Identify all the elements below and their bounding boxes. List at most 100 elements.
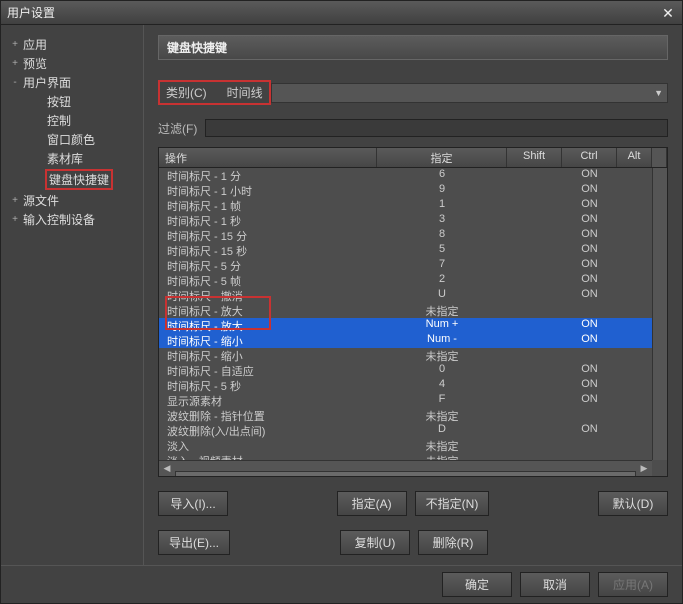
import-button[interactable]: 导入(I)... (158, 491, 228, 516)
cell-shift (507, 243, 562, 258)
cell-assign: 1 (377, 198, 507, 213)
cell-assign: U (377, 288, 507, 303)
cell-alt (617, 288, 652, 303)
horizontal-scrollbar[interactable]: ◀ ▶ (159, 460, 652, 476)
table-row[interactable]: 波纹删除(入/出点间)DON (159, 423, 667, 438)
button-row-1: 导入(I)... 指定(A) 不指定(N) 默认(D) (158, 491, 668, 516)
cell-ctrl: ON (562, 273, 617, 288)
cell-assign: D (377, 423, 507, 438)
table-row[interactable]: 显示源素材F ON (159, 393, 667, 408)
th-assign[interactable]: 指定 (377, 148, 507, 167)
category-dropdown[interactable]: ▼ (271, 83, 668, 103)
ok-button[interactable]: 确定 (442, 572, 512, 597)
cell-shift (507, 423, 562, 438)
titlebar: 用户设置 ✕ (1, 1, 682, 25)
table-row[interactable]: 时间标尺 - 1 帧1 ON (159, 198, 667, 213)
window-title: 用户设置 (7, 4, 660, 21)
cell-alt (617, 303, 652, 318)
table-row[interactable]: 时间标尺 - 撤消UON (159, 288, 667, 303)
cell-ctrl (562, 303, 617, 318)
cell-alt (617, 438, 652, 453)
cell-assign: 4 (377, 378, 507, 393)
table-row[interactable]: 淡入未指定 (159, 438, 667, 453)
cell-ctrl: ON (562, 393, 617, 408)
cell-op: 时间标尺 - 放大 (159, 303, 377, 318)
filter-input[interactable] (205, 119, 668, 137)
export-button[interactable]: 导出(E)... (158, 530, 230, 555)
unassign-button[interactable]: 不指定(N) (415, 491, 490, 516)
cell-shift (507, 198, 562, 213)
table-row[interactable]: 时间标尺 - 1 小时9ON (159, 183, 667, 198)
cell-ctrl: ON (562, 168, 617, 183)
table-row[interactable]: 时间标尺 - 自适应0ON (159, 363, 667, 378)
cell-assign: 8 (377, 228, 507, 243)
cell-op: 时间标尺 - 撤消 (159, 288, 377, 303)
table-row[interactable]: 时间标尺 - 15 秒5ON (159, 243, 667, 258)
cell-op: 波纹删除 - 指针位置 (159, 408, 377, 423)
cell-assign: 2 (377, 273, 507, 288)
table-row[interactable]: 时间标尺 - 1 分6ON (159, 168, 667, 183)
category-highlight: 类别(C) 时间线 (158, 80, 271, 105)
cell-alt (617, 168, 652, 183)
table-row[interactable]: 时间标尺 - 放大未指定 (159, 303, 667, 318)
copy-button[interactable]: 复制(U) (340, 530, 410, 555)
cell-ctrl: ON (562, 363, 617, 378)
cell-assign: 未指定 (377, 303, 507, 318)
table-row[interactable]: 时间标尺 - 1 秒3ON (159, 213, 667, 228)
tree-item-control[interactable]: 控制 (9, 111, 135, 130)
table-row[interactable]: 时间标尺 - 5 帧2ON (159, 273, 667, 288)
cell-ctrl: ON (562, 378, 617, 393)
th-operation[interactable]: 操作 (159, 148, 377, 167)
cell-assign: F (377, 393, 507, 408)
cell-op: 时间标尺 - 1 帧 (159, 198, 377, 213)
table-row[interactable]: 时间标尺 - 5 秒4ON (159, 378, 667, 393)
cell-ctrl: ON (562, 423, 617, 438)
cell-ctrl: ON (562, 198, 617, 213)
delete-button[interactable]: 删除(R) (418, 530, 488, 555)
scroll-thumb[interactable] (175, 471, 636, 478)
th-shift[interactable]: Shift (507, 148, 562, 167)
cell-op: 时间标尺 - 15 分 (159, 228, 377, 243)
button-row-2: 导出(E)... 复制(U) 删除(R) (158, 530, 668, 555)
scroll-right-icon[interactable]: ▶ (636, 463, 652, 474)
table-row[interactable]: 时间标尺 - 放大Num +ON (159, 318, 667, 333)
cell-shift (507, 168, 562, 183)
th-ctrl[interactable]: Ctrl (562, 148, 617, 167)
cell-op: 显示源素材 (159, 393, 377, 408)
assign-button[interactable]: 指定(A) (337, 491, 407, 516)
close-icon[interactable]: ✕ (660, 5, 676, 21)
apply-button[interactable]: 应用(A) (598, 572, 668, 597)
th-alt[interactable]: Alt (617, 148, 652, 167)
cell-shift (507, 258, 562, 273)
table-row[interactable]: 时间标尺 - 5 分7ON (159, 258, 667, 273)
cell-ctrl: ON (562, 318, 617, 333)
cell-ctrl: ON (562, 258, 617, 273)
chevron-down-icon: ▼ (654, 88, 663, 98)
tree-item-source[interactable]: +源文件 (9, 191, 135, 210)
tree-item-input[interactable]: +输入控制设备 (9, 210, 135, 229)
table-row[interactable]: 时间标尺 - 15 分8ON (159, 228, 667, 243)
default-button[interactable]: 默认(D) (598, 491, 668, 516)
tree-item-preview[interactable]: +预览 (9, 54, 135, 73)
vertical-scrollbar[interactable] (652, 168, 667, 460)
settings-window: 用户设置 ✕ +应用 +预览 -用户界面 按钮 控制 窗口颜色 素材库 键盘快捷… (0, 0, 683, 604)
cell-assign: 7 (377, 258, 507, 273)
cell-ctrl (562, 438, 617, 453)
cell-assign: 9 (377, 183, 507, 198)
tree-item-library[interactable]: 素材库 (9, 149, 135, 168)
scroll-left-icon[interactable]: ◀ (159, 463, 175, 474)
tree-item-ui[interactable]: -用户界面 (9, 73, 135, 92)
cell-shift (507, 378, 562, 393)
table-row[interactable]: 时间标尺 - 缩小未指定 (159, 348, 667, 363)
cell-shift (507, 363, 562, 378)
table-body: 时间标尺 - 1 分6ON时间标尺 - 1 小时9ON时间标尺 - 1 帧1 ON… (159, 168, 667, 468)
tree-item-windowcolor[interactable]: 窗口颜色 (9, 130, 135, 149)
cancel-button[interactable]: 取消 (520, 572, 590, 597)
table-row[interactable]: 时间标尺 - 缩小Num -ON (159, 333, 667, 348)
panel-title: 键盘快捷键 (158, 35, 668, 60)
tree-item-shortcuts[interactable]: 键盘快捷键 (9, 168, 135, 191)
tree-item-button[interactable]: 按钮 (9, 92, 135, 111)
cell-alt (617, 333, 652, 348)
table-row[interactable]: 波纹删除 - 指针位置未指定 (159, 408, 667, 423)
tree-item-app[interactable]: +应用 (9, 35, 135, 54)
